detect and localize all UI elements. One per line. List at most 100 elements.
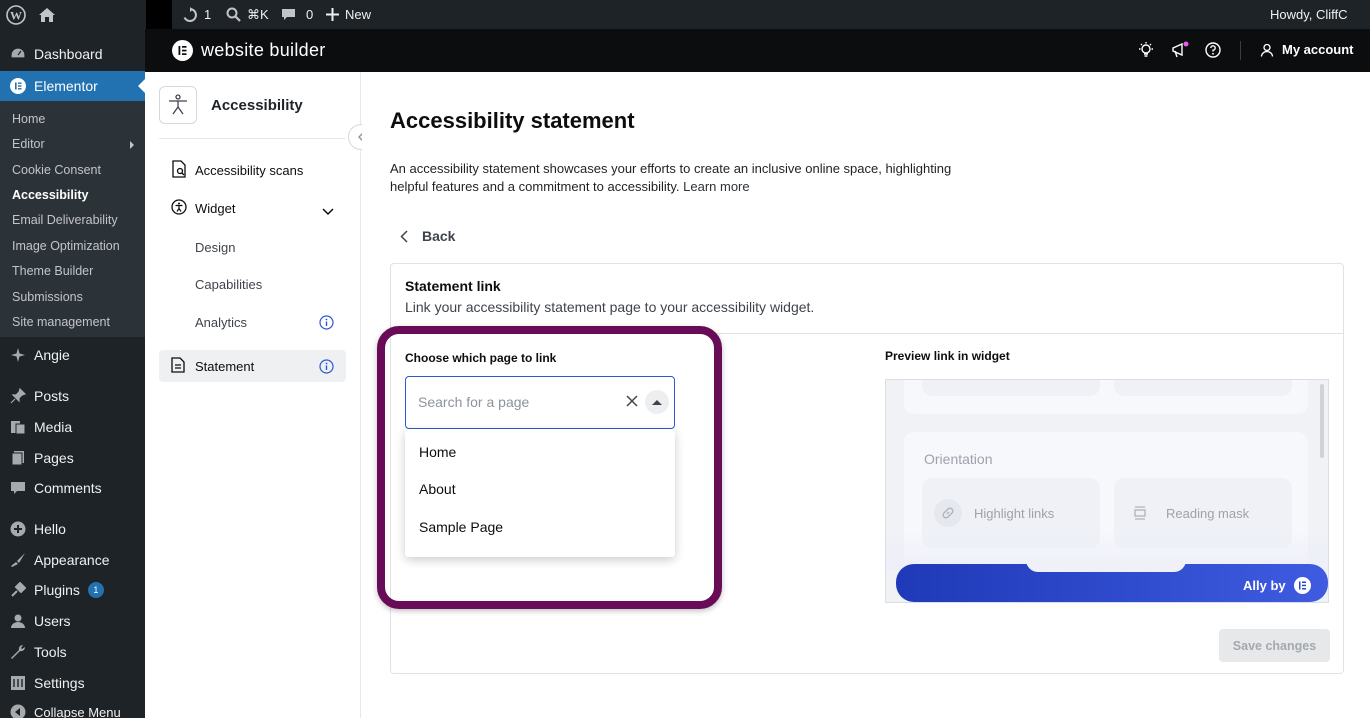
menu-elementor[interactable]: Elementor [0, 71, 145, 101]
menu-posts[interactable]: Posts [0, 381, 145, 411]
elementor-icon [10, 78, 26, 94]
home-icon[interactable] [38, 0, 56, 29]
accessibility-icon [159, 86, 197, 124]
preview-button-top-left [922, 380, 1100, 396]
menu-angie[interactable]: Angie [0, 340, 145, 370]
nav-scans-label: Accessibility scans [195, 162, 304, 178]
nav-design[interactable]: Design [159, 231, 346, 263]
preview-btn2-label: Reading mask [1166, 505, 1250, 521]
back-label: Back [422, 228, 456, 244]
menu-hello-label: Hello [34, 521, 66, 537]
menu-settings-label: Settings [34, 675, 85, 691]
description-text: An accessibility statement showcases you… [390, 161, 952, 194]
preview-notch [1026, 560, 1186, 572]
nav-capabilities[interactable]: Capabilities [159, 268, 346, 300]
scan-icon [171, 159, 187, 181]
menu-posts-label: Posts [34, 388, 70, 404]
submenu-home[interactable]: Home [12, 112, 45, 126]
comment-icon [282, 9, 295, 20]
account-icon [1260, 43, 1274, 57]
menu-comments[interactable]: Comments [0, 473, 145, 503]
preview-section-title: Orientation [924, 451, 993, 467]
comments-link[interactable]: 0 [281, 0, 313, 29]
pages-icon [10, 450, 26, 466]
ally-by-text: Ally by [1243, 578, 1286, 593]
submenu-image-optimization[interactable]: Image Optimization [12, 239, 120, 253]
menu-appearance-label: Appearance [34, 552, 110, 568]
menu-tools-label: Tools [34, 644, 67, 660]
updates-link[interactable]: 1 [182, 0, 211, 29]
save-changes-button[interactable]: Save changes [1219, 629, 1330, 662]
back-button[interactable]: Back [400, 228, 455, 244]
elementor-logo-icon[interactable] [172, 40, 193, 61]
menu-tools[interactable]: Tools [0, 637, 145, 667]
plugins-update-badge: 1 [87, 582, 104, 598]
my-account-button[interactable]: My account [1260, 42, 1354, 57]
nav-divider [159, 138, 345, 139]
highlight-annotation [377, 326, 722, 609]
search-link[interactable]: ⌘K [226, 0, 269, 29]
menu-collapse[interactable]: Collapse Menu [0, 697, 145, 718]
brand-title: website builder [201, 40, 326, 60]
comments-count: 0 [306, 7, 314, 22]
preview-btn1-label: Highlight links [974, 505, 1055, 521]
nav-widget[interactable]: Widget [159, 192, 346, 224]
header-divider [1240, 41, 1241, 60]
hello-theme-icon [10, 521, 26, 537]
help-icon[interactable] [1204, 41, 1222, 64]
submenu-accessibility[interactable]: Accessibility [12, 188, 88, 202]
user-icon [10, 613, 26, 629]
wordpress-logo-icon[interactable]: W [6, 0, 26, 29]
reading-mask-icon [1126, 499, 1154, 527]
chevron-left-icon [400, 229, 408, 243]
lightbulb-icon[interactable] [1137, 41, 1155, 64]
submenu-submissions[interactable]: Submissions [12, 290, 83, 304]
preview-button-top-right [1114, 380, 1292, 396]
link-icon [934, 499, 962, 527]
info-icon[interactable] [319, 359, 334, 377]
nav-accessibility-scans[interactable]: Accessibility scans [159, 154, 346, 186]
howdy-text: Howdy, CliffC [1270, 7, 1348, 22]
megaphone-icon[interactable] [1171, 41, 1191, 64]
submenu-cookie-consent[interactable]: Cookie Consent [12, 163, 101, 177]
preview-scrollbar[interactable] [1320, 384, 1324, 458]
brush-icon [10, 552, 26, 568]
submenu-editor[interactable]: Editor [12, 137, 45, 151]
menu-media[interactable]: Media [0, 412, 145, 442]
nav-design-label: Design [195, 239, 236, 255]
submenu-theme-builder[interactable]: Theme Builder [12, 264, 93, 278]
chevron-down-icon [322, 204, 334, 219]
wrench-icon [10, 644, 26, 660]
nav-analytics-label: Analytics [195, 314, 248, 330]
nav-title: Accessibility [211, 96, 303, 114]
info-icon[interactable] [319, 315, 334, 333]
widget-accessibility-icon [171, 198, 187, 218]
menu-dashboard[interactable]: Dashboard [0, 39, 145, 69]
menu-hello[interactable]: Hello [0, 514, 145, 544]
submenu-email-deliverability[interactable]: Email Deliverability [12, 213, 118, 227]
howdy-account[interactable]: Howdy, CliffC [1270, 0, 1348, 29]
menu-plugins-label: Plugins [34, 582, 80, 598]
menu-collapse-label: Collapse Menu [34, 704, 121, 718]
search-icon [226, 7, 241, 22]
elementor-submenu: Home Editor Cookie Consent Accessibility… [0, 101, 145, 337]
new-content-link[interactable]: New [326, 0, 371, 29]
learn-more-link[interactable]: Learn more [683, 179, 749, 194]
submenu-site-management[interactable]: Site management [12, 315, 110, 329]
dashboard-icon [10, 46, 26, 62]
angie-icon [10, 347, 26, 363]
collapse-icon [10, 704, 26, 718]
nav-analytics[interactable]: Analytics [159, 306, 346, 338]
menu-dashboard-label: Dashboard [34, 46, 103, 62]
menu-plugins[interactable]: Plugins 1 [0, 575, 145, 605]
menu-appearance[interactable]: Appearance [0, 545, 145, 575]
page-description: An accessibility statement showcases you… [390, 160, 970, 196]
menu-users[interactable]: Users [0, 606, 145, 636]
site-name-link[interactable] [146, 0, 172, 29]
nav-statement[interactable]: Statement [159, 350, 346, 382]
settings-icon [10, 675, 26, 691]
menu-settings[interactable]: Settings [0, 668, 145, 698]
menu-pages[interactable]: Pages [0, 443, 145, 473]
plus-icon [326, 8, 339, 21]
nav-header: Accessibility [159, 86, 303, 124]
